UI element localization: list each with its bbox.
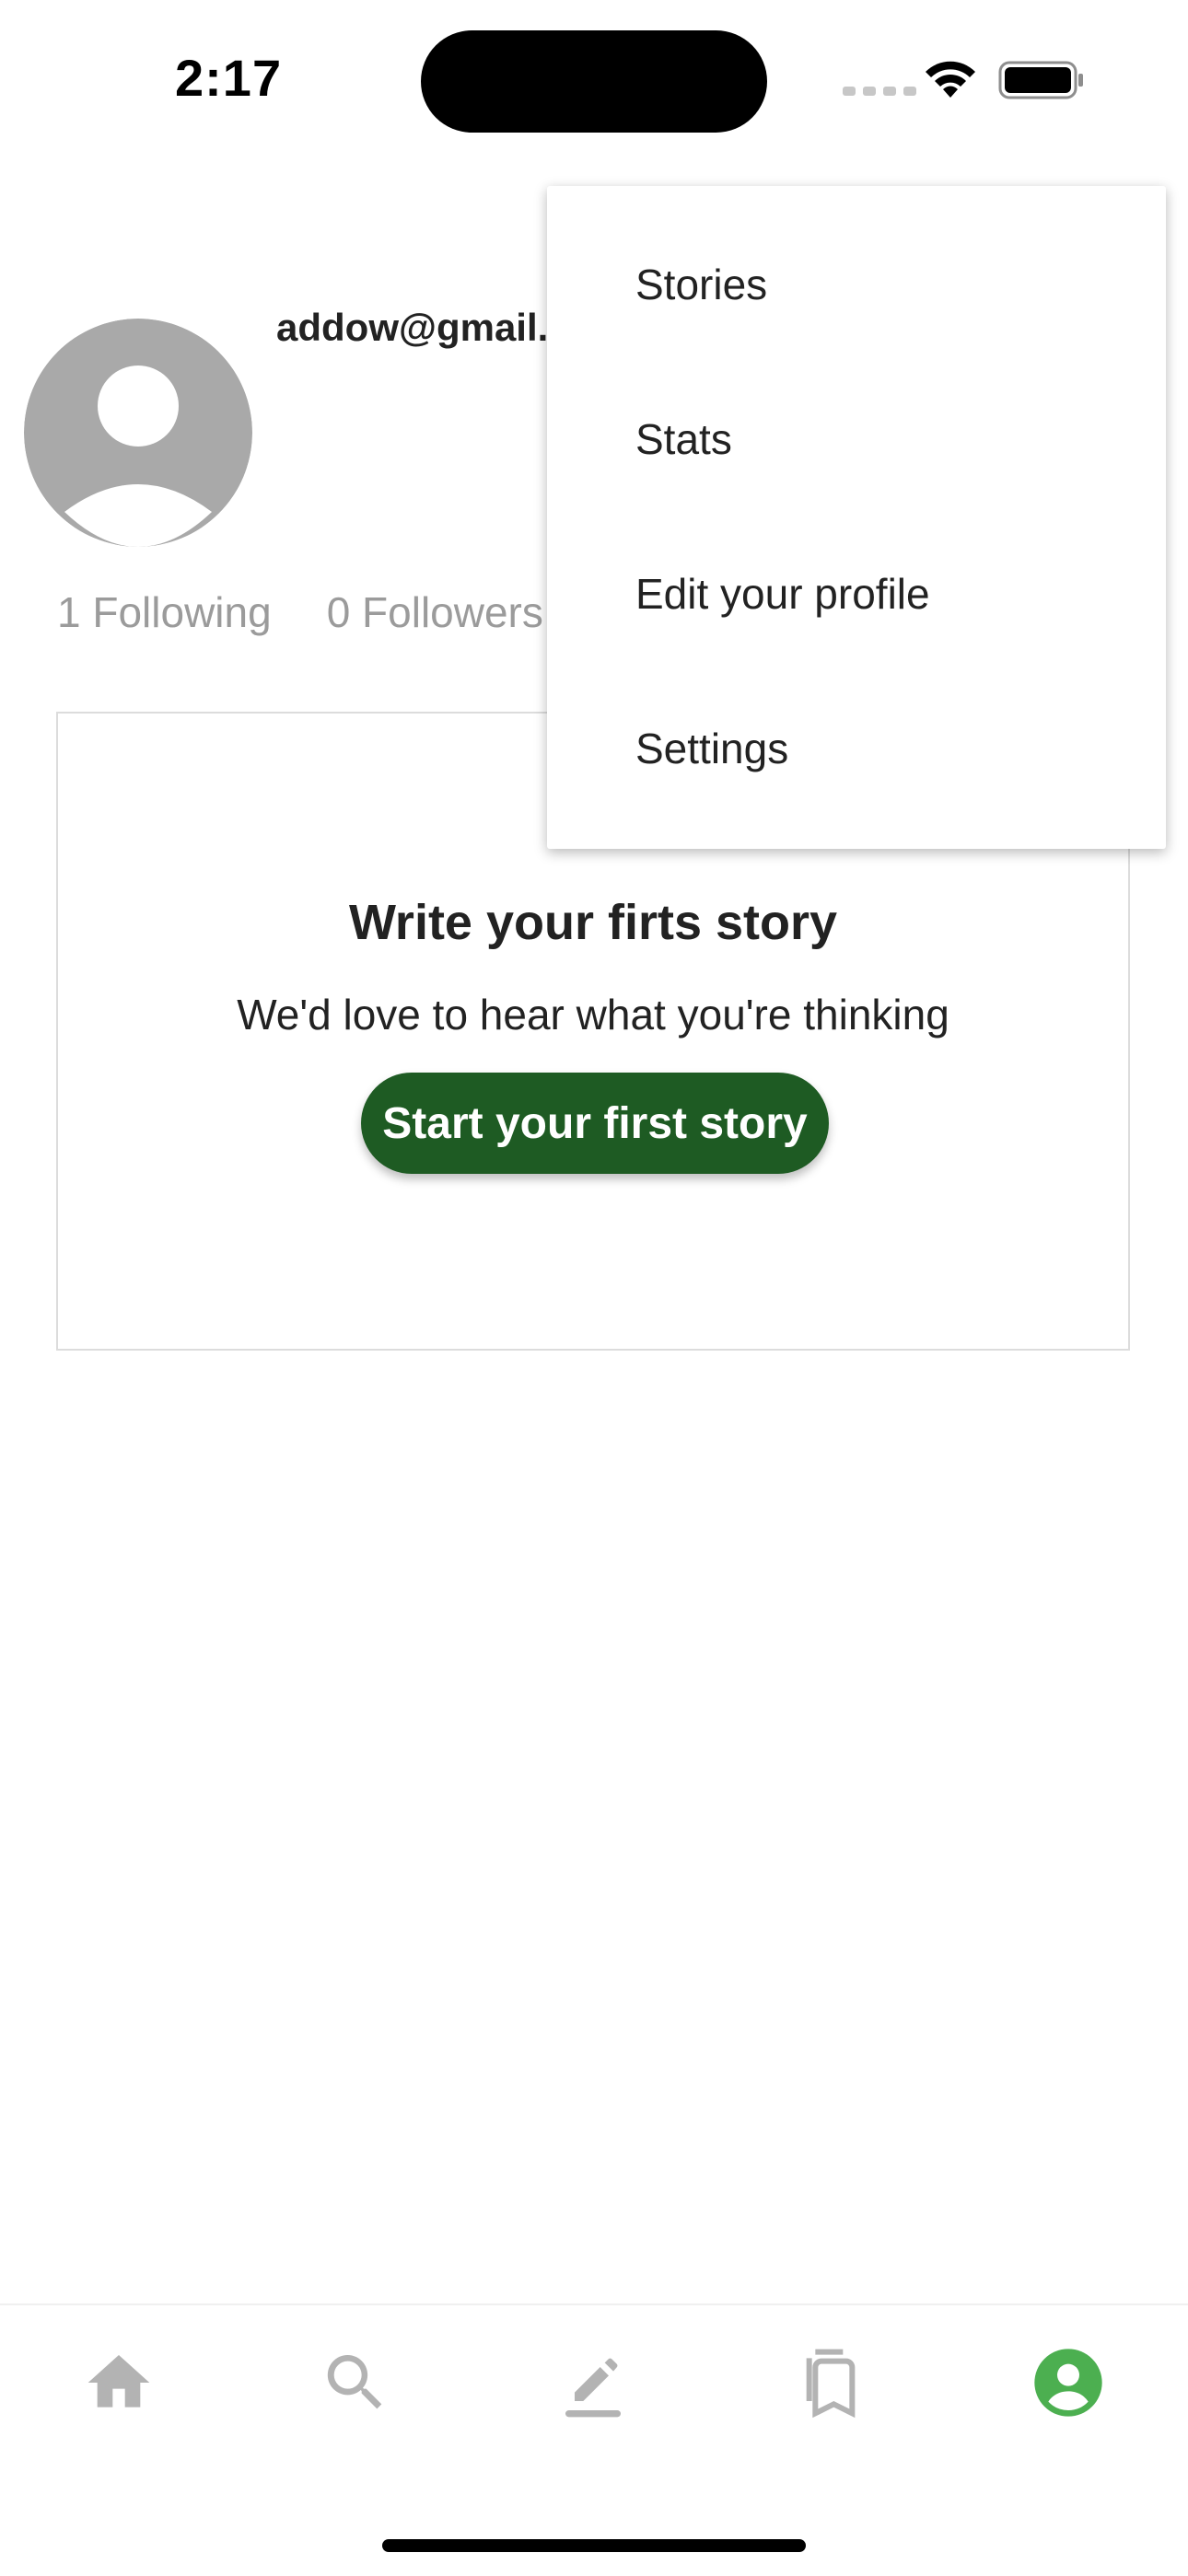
start-first-story-button[interactable]: Start your first story bbox=[361, 1073, 829, 1174]
menu-item-stories[interactable]: Stories bbox=[635, 260, 767, 309]
cellular-signal-icon bbox=[843, 87, 916, 96]
following-count[interactable]: 1 Following bbox=[57, 587, 272, 637]
menu-item-settings[interactable]: Settings bbox=[635, 724, 788, 773]
home-icon[interactable] bbox=[82, 2346, 156, 2419]
followers-count[interactable]: 0 Followers bbox=[327, 587, 543, 637]
avatar[interactable] bbox=[24, 319, 252, 547]
card-title: Write your firts story bbox=[348, 895, 838, 950]
card-subtitle: We'd love to hear what you're thinking bbox=[237, 991, 949, 1039]
person-placeholder-icon bbox=[24, 319, 252, 547]
status-time: 2:17 bbox=[175, 49, 283, 107]
search-icon[interactable] bbox=[319, 2346, 392, 2419]
bookmarks-icon[interactable] bbox=[794, 2346, 868, 2419]
menu-item-stats[interactable]: Stats bbox=[635, 414, 732, 464]
wifi-icon bbox=[926, 61, 975, 98]
dynamic-island bbox=[421, 30, 767, 133]
bottom-navigation bbox=[0, 2303, 1188, 2576]
profile-icon[interactable] bbox=[1031, 2346, 1105, 2419]
profile-email: addow@gmail.co bbox=[276, 306, 594, 349]
battery-icon bbox=[998, 61, 1083, 99]
profile-options-menu: Stories Stats Edit your profile Settings bbox=[547, 186, 1166, 849]
menu-item-edit-profile[interactable]: Edit your profile bbox=[635, 569, 930, 619]
pencil-icon[interactable] bbox=[556, 2346, 630, 2419]
home-indicator[interactable] bbox=[382, 2539, 806, 2552]
follow-counts: 1 Following 0 Followers bbox=[57, 587, 543, 637]
